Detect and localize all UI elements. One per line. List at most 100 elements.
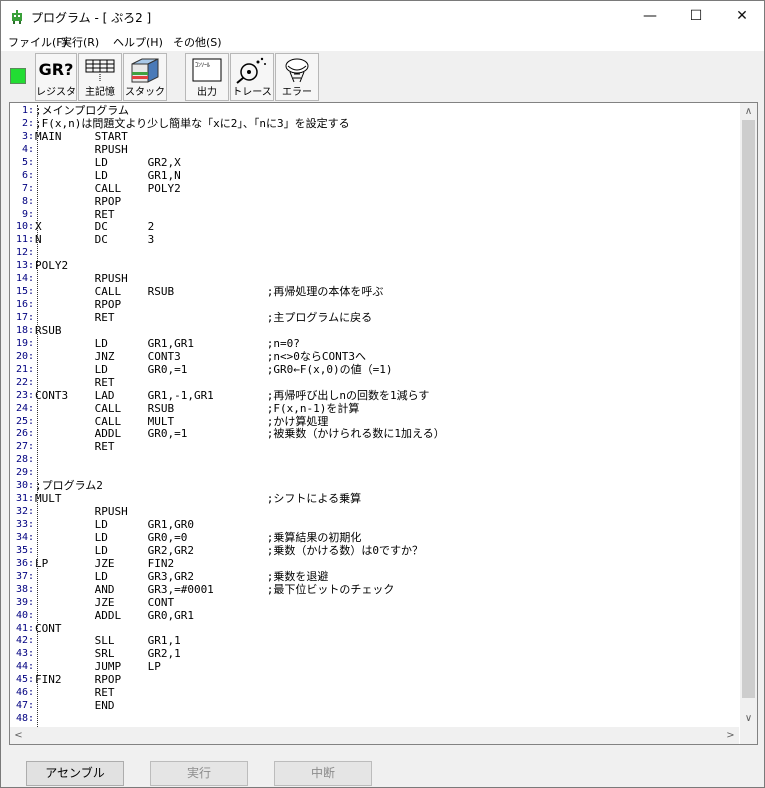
code-line[interactable]: 48:: [10, 713, 739, 726]
code-line[interactable]: 35: LD GR2,GR2 ;乗数（かける数）は0ですか？: [10, 544, 739, 558]
app-robot-icon: [12, 10, 22, 24]
line-number: 19:: [15, 337, 34, 349]
line-number: 11:: [15, 234, 34, 246]
stack-label: スタック: [125, 87, 165, 98]
menu-help[interactable]: ヘルプ(H): [113, 34, 163, 50]
minimize-button[interactable]: —: [627, 1, 673, 32]
code-line[interactable]: 2: ;F(x,n)は問題文より少し簡単な「xに2」、「nに3」を設定する: [10, 116, 739, 131]
code-line[interactable]: 12:: [10, 247, 739, 260]
code-editor[interactable]: 1: ;メインプログラム 2: ;F(x,n)は問題文より少し簡単な「xに2」、「nに…: [9, 102, 758, 745]
register-button[interactable]: GR? レジスタ: [35, 53, 77, 101]
line-number: 2:: [21, 117, 34, 129]
trace-icon: [236, 57, 266, 84]
code-text: RET: [35, 375, 115, 389]
menu-run[interactable]: 実行(R): [61, 34, 99, 50]
line-number: 45:: [15, 674, 34, 686]
code-line[interactable]: 33: LD GR1,GR0: [10, 518, 739, 532]
line-number: 16:: [15, 299, 34, 311]
stack-icon: [131, 58, 159, 83]
scrollbar-corner: [740, 727, 757, 744]
line-number: 34:: [15, 531, 34, 543]
line-number: 5:: [21, 156, 34, 168]
memory-button[interactable]: 主記憶: [78, 53, 122, 101]
code-line[interactable]: 36: LP JZE FIN2: [10, 557, 739, 571]
code-line[interactable]: 3: MAIN START: [10, 130, 739, 144]
scroll-down-arrow-icon[interactable]: ∨: [740, 710, 757, 727]
line-number: 37:: [15, 570, 34, 582]
code-line[interactable]: 18: RSUB: [10, 323, 739, 338]
vertical-scroll-thumb[interactable]: [742, 120, 755, 698]
code-text: CALL RSUB ;F(x,n-1)を計算: [35, 401, 360, 415]
line-number: 31:: [15, 493, 34, 505]
code-line[interactable]: 20: JNZ CONT3 ;n<>0ならCONT3へ: [10, 350, 739, 364]
toolbar: GR? レジスタ 主記憶 スタック ｺﾝｿｰﾙ 出力 トレース エラー: [1, 51, 764, 101]
register-icon: GR?: [38, 60, 74, 79]
horizontal-scrollbar[interactable]: < >: [10, 727, 739, 744]
line-number: 17:: [15, 312, 34, 323]
line-number: 46:: [15, 687, 34, 699]
svg-text:ｺﾝｿｰﾙ: ｺﾝｿｰﾙ: [195, 62, 210, 69]
code-text: RET: [35, 440, 115, 454]
line-number: 44:: [15, 661, 34, 673]
code-text: ;F(x,n)は問題文より少し簡単な「xに2」、「nに3」を設定する: [35, 116, 350, 130]
line-number: 43:: [15, 648, 34, 660]
scroll-up-arrow-icon[interactable]: ∧: [740, 103, 757, 120]
gutter-separator: [37, 105, 38, 727]
scroll-right-arrow-icon[interactable]: >: [722, 727, 739, 744]
line-number: 21:: [15, 363, 34, 375]
scroll-left-arrow-icon[interactable]: <: [10, 727, 27, 744]
console-icon: ｺﾝｿｰﾙ: [192, 58, 222, 82]
code-line[interactable]: 40: ADDL GR0,GR1: [10, 608, 739, 623]
stack-button[interactable]: スタック: [123, 53, 167, 101]
code-line[interactable]: 29:: [10, 467, 739, 480]
code-text: LD GR2,X: [35, 155, 181, 169]
line-number: 7:: [21, 182, 34, 194]
title-bar[interactable]: プログラム - [ ぷろ2 ] — ☐ ✕: [1, 1, 764, 32]
code-text: ADDL GR0,GR1: [35, 608, 194, 622]
code-line[interactable]: 8: RPOP: [10, 195, 739, 209]
code-line[interactable]: 39: JZE CONT: [10, 596, 739, 610]
register-label: レジスタ: [36, 87, 76, 98]
code-line[interactable]: 26: ADDL GR0,=1 ;被乗数（かけられる数に1加える）: [10, 427, 739, 441]
output-button[interactable]: ｺﾝｿｰﾙ 出力: [185, 53, 229, 101]
code-line[interactable]: 22: RET: [10, 375, 739, 390]
code-line[interactable]: 45: FIN2 RPOP: [10, 673, 739, 687]
menu-other[interactable]: その他(S): [173, 34, 222, 50]
assemble-button[interactable]: アセンブル: [26, 761, 124, 786]
line-number: 35:: [15, 544, 34, 556]
close-button[interactable]: ✕: [719, 1, 765, 32]
code-line[interactable]: 6: LD GR1,N: [10, 169, 739, 183]
code-line[interactable]: 37: LD GR3,GR2 ;乗数を退避: [10, 570, 739, 584]
code-line[interactable]: 5: LD GR2,X: [10, 155, 739, 170]
output-label: 出力: [197, 87, 217, 98]
code-line[interactable]: 7: CALL POLY2: [10, 182, 739, 196]
code-line[interactable]: 24: CALL RSUB ;F(x,n-1)を計算: [10, 401, 739, 416]
code-line[interactable]: 1: ;メインプログラム: [10, 104, 739, 118]
code-line[interactable]: 38: AND GR3,=#0001 ;最下位ビットのチェック: [10, 583, 739, 597]
code-line[interactable]: 23: CONT3 LAD GR1,-1,GR1 ;再帰呼び出しnの回数を1減らす: [10, 389, 739, 403]
code-text: RSUB: [35, 323, 62, 337]
line-number: 42:: [15, 635, 34, 647]
code-line[interactable]: 46: RET: [10, 686, 739, 700]
code-line[interactable]: 19: LD GR1,GR1 ;n=0?: [10, 337, 739, 351]
code-line[interactable]: 47: END: [10, 699, 739, 713]
code-line[interactable]: 34: LD GR0,=0 ;乗算結果の初期化: [10, 531, 739, 545]
code-text: RET ;主プログラムに戻る: [35, 311, 373, 324]
code-line[interactable]: 21: LD GR0,=1 ;GR0←F(x,0)の値（=1): [10, 363, 739, 377]
line-number: 18:: [15, 324, 34, 336]
code-line[interactable]: 28:: [10, 454, 739, 467]
status-indicator: [10, 68, 26, 84]
abort-button[interactable]: 中断: [274, 761, 372, 786]
code-line[interactable]: 17: RET ;主プログラムに戻る: [10, 311, 739, 325]
maximize-button[interactable]: ☐: [673, 1, 719, 32]
run-button[interactable]: 実行: [150, 761, 248, 786]
code-line[interactable]: 27: RET: [10, 440, 739, 454]
vertical-scrollbar[interactable]: ∧ ∨: [740, 103, 757, 727]
line-number: 39:: [15, 596, 34, 608]
menu-file[interactable]: ファイル(F): [8, 34, 67, 50]
code-line[interactable]: 11: N DC 3: [10, 233, 739, 247]
trace-button[interactable]: トレース: [230, 53, 274, 101]
code-line[interactable]: 4: RPUSH: [10, 143, 739, 157]
error-button[interactable]: エラー: [275, 53, 319, 101]
error-label: エラー: [282, 87, 312, 98]
